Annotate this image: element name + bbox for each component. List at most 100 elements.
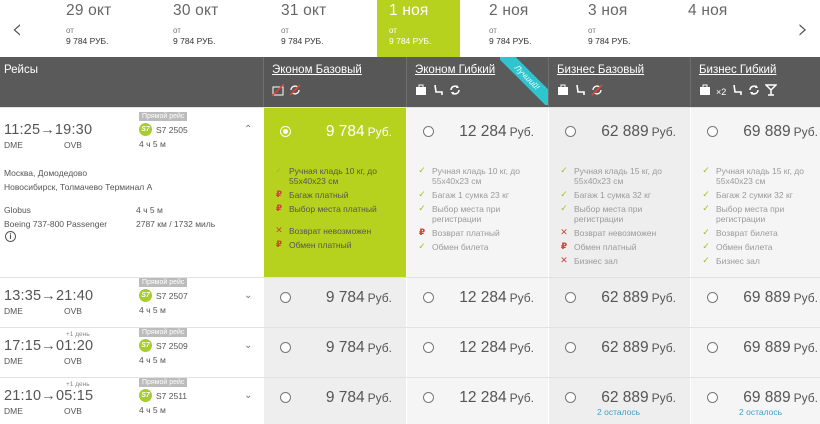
flight-duration: 4 ч 5 м [139, 139, 166, 149]
flight-row[interactable]: 13:35→21:40 DME OVB Прямой рейс S7 S7 25… [0, 277, 820, 327]
fare-radio[interactable] [280, 292, 291, 303]
fare-option[interactable]: 62 889 Руб. 2 осталось [548, 378, 690, 424]
fare-radio[interactable] [423, 126, 434, 137]
date-option-2[interactable]: 31 окт от 9 784 РУБ. [281, 0, 381, 57]
collapse-chevron-icon[interactable]: ⌃ [244, 124, 252, 135]
fare-feature: ✓ Багаж 2 сумки 32 кг [702, 190, 793, 200]
fare-feature: ✓ Выбор места при регистрации [418, 204, 501, 224]
fare-feature: ✕ Возврат невозможен [275, 226, 372, 236]
seats-left: 2 осталось [739, 407, 783, 417]
ruble-icon: ₽ [560, 242, 568, 252]
seat-icon [731, 83, 743, 101]
fare-feature: ✕ Бизнес зал [560, 256, 618, 266]
fare-price: 9 784 Руб. [325, 339, 392, 356]
date-option-6[interactable]: 4 ноя [688, 0, 788, 57]
fare-radio[interactable] [565, 126, 576, 137]
flight-row[interactable]: 21:10→05:15 +1 день DME OVB Прямой рейс … [0, 377, 820, 424]
fare-title[interactable]: Бизнес Базовый [557, 64, 644, 76]
info-icon[interactable]: i [5, 231, 16, 242]
fare-option[interactable]: 9 784 Руб. [263, 378, 406, 424]
fare-header: Рейсы Эконом Базовый Эконом Гибкий Лучший!… [0, 57, 820, 107]
fare-option[interactable]: 62 889 Руб. [548, 278, 690, 327]
date-price: 9 784 РУБ. [281, 36, 324, 46]
no-bag-icon [272, 83, 284, 101]
date-price: 9 784 РУБ. [389, 36, 432, 46]
fare-radio[interactable] [423, 292, 434, 303]
departure-code: DME [4, 140, 23, 150]
aircraft: Boeing 737-800 Passenger [4, 219, 108, 229]
fare-option[interactable]: 12 284 Руб. [406, 328, 548, 377]
fare-column-header-2[interactable]: Бизнес Базовый [548, 57, 690, 107]
detail-duration: 4 ч 5 м [136, 205, 163, 215]
fare-option[interactable]: 69 889 Руб. [690, 278, 820, 327]
fare-option[interactable]: 62 889 Руб. ✓ Ручная кладь 15 кг, до 55x40… [548, 108, 690, 277]
direct-flight-badge: Прямой рейс [139, 278, 188, 287]
seat-icon [574, 83, 586, 101]
date-option-1[interactable]: 30 окт от 9 784 РУБ. [173, 0, 273, 57]
date-option-3[interactable]: 1 ноя от 9 784 РУБ. [377, 0, 460, 57]
fare-price: 69 889 Руб. [743, 389, 818, 406]
check-icon: ✓ [418, 166, 426, 176]
fare-feature: ✓ Возврат билета [702, 228, 778, 238]
fare-radio[interactable] [280, 392, 291, 403]
flight-row[interactable]: 17:15→01:20 +1 день DME OVB Прямой рейс … [0, 327, 820, 377]
departure-airport: Москва, Домодедово [4, 168, 88, 178]
fare-option[interactable]: 69 889 Руб. ✓ Ручная кладь 15 кг, до 55x40… [690, 108, 820, 277]
fare-radio[interactable] [707, 292, 718, 303]
fare-option[interactable]: 9 784 Руб. [263, 278, 406, 327]
check-icon: ✓ [702, 242, 710, 252]
fare-title[interactable]: Эконом Базовый [272, 64, 362, 76]
fare-radio[interactable] [565, 292, 576, 303]
expand-chevron-icon[interactable]: ⌄ [244, 390, 252, 401]
date-option-4[interactable]: 2 ноя от 9 784 РУБ. [489, 0, 589, 57]
time-range: 13:35→21:40 [4, 288, 94, 304]
fare-column-header-0[interactable]: Эконом Базовый [263, 57, 406, 107]
s7-airline-logo-icon: S7 [139, 389, 152, 402]
fare-radio[interactable] [423, 392, 434, 403]
fare-radio[interactable] [565, 392, 576, 403]
fare-feature: ✓ Ручная кладь 10 кг, до 55x40x23 см [418, 166, 520, 186]
fare-radio[interactable] [707, 392, 718, 403]
ruble-icon: ₽ [275, 190, 283, 200]
exchange-icon [748, 83, 760, 101]
next-dates-arrow-icon[interactable]: › [788, 0, 818, 57]
fare-option[interactable]: 12 284 Руб. [406, 278, 548, 327]
flight-duration: 4 ч 5 м [139, 305, 166, 315]
fare-title[interactable]: Бизнес Гибкий [699, 64, 776, 76]
fare-feature: ✓ Ручная кладь 10 кг, до 55x40x23 см [275, 166, 377, 186]
fare-icons [557, 83, 603, 101]
fare-radio[interactable] [565, 342, 576, 353]
fare-feature: ✓ Ручная кладь 15 кг, до 55x40x23 см [560, 166, 662, 186]
fare-option[interactable]: 12 284 Руб. [406, 378, 548, 424]
fare-option[interactable]: 12 284 Руб. ✓ Ручная кладь 10 кг, до 55x40… [406, 108, 548, 277]
seat-icon [432, 83, 444, 101]
fare-option[interactable]: 9 784 Руб. [263, 328, 406, 377]
fare-title[interactable]: Эконом Гибкий [415, 64, 495, 76]
fare-feature: ✓ Багаж 1 сумка 32 кг [560, 190, 651, 200]
fare-option[interactable]: 69 889 Руб. 2 осталось [690, 378, 820, 424]
expand-chevron-icon[interactable]: ⌄ [244, 290, 252, 301]
no-exchange-icon [289, 83, 301, 101]
departure-code: DME [4, 306, 23, 316]
fare-column-header-3[interactable]: Бизнес Гибкий ×2 [690, 57, 820, 107]
date-option-5[interactable]: 3 ноя от 9 784 РУБ. [588, 0, 688, 57]
arrival-airport: Новосибирск, Толмачево Терминал А [4, 182, 153, 192]
fare-radio[interactable] [707, 342, 718, 353]
date-label: 30 окт [173, 2, 219, 19]
s7-airline-logo-icon: S7 [139, 123, 152, 136]
fare-radio[interactable] [280, 126, 291, 137]
fare-option[interactable]: 62 889 Руб. [548, 328, 690, 377]
date-option-0[interactable]: 29 окт от 9 784 РУБ. [66, 0, 166, 57]
price-from-label: от [588, 26, 596, 35]
prev-dates-arrow-icon[interactable]: ‹ [2, 0, 32, 57]
cross-icon: ✕ [275, 226, 283, 236]
fare-option[interactable]: 9 784 Руб. ✓ Ручная кладь 10 кг, до 55x40x… [263, 108, 406, 277]
bag-icon [699, 83, 711, 101]
fare-radio[interactable] [280, 342, 291, 353]
expand-chevron-icon[interactable]: ⌄ [244, 340, 252, 351]
fare-option[interactable]: 69 889 Руб. [690, 328, 820, 377]
fare-radio[interactable] [423, 342, 434, 353]
fare-column-header-1[interactable]: Эконом Гибкий Лучший! [406, 57, 548, 107]
fare-radio[interactable] [707, 126, 718, 137]
flight-row[interactable]: 11:25→19:30 DME OVB Прямой рейс S7 S7 25… [0, 107, 820, 277]
